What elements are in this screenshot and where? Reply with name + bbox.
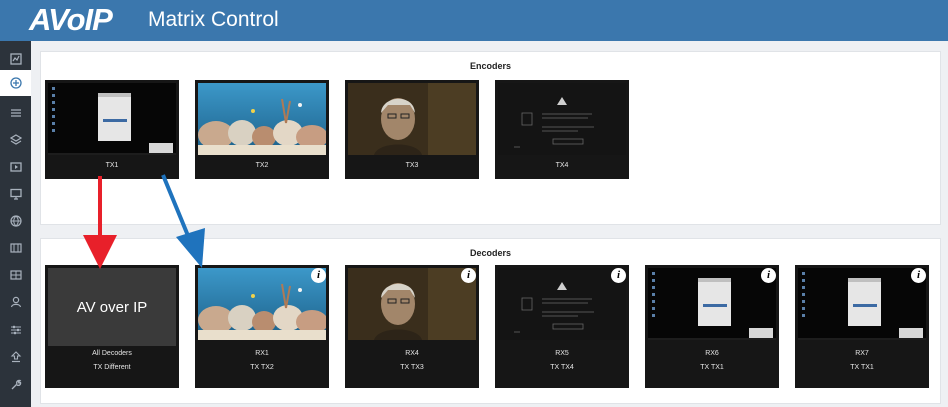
decoder-preview — [198, 268, 326, 340]
encoder-tile[interactable]: TX3 — [345, 80, 479, 179]
no-signal-thumbnail — [498, 268, 626, 340]
info-icon[interactable]: i — [611, 268, 626, 283]
encoder-tile[interactable]: TX1 — [45, 80, 179, 179]
av-over-ip-preview: AV over IP — [48, 268, 176, 346]
no-signal-thumbnail — [498, 83, 626, 155]
encoder-preview — [198, 83, 326, 155]
encoder-preview — [348, 83, 476, 155]
app-logo: AVoIP — [29, 2, 113, 37]
desktop-thumbnail — [648, 268, 776, 340]
decoder-source: TX TX4 — [550, 364, 574, 371]
globe-icon[interactable] — [6, 211, 25, 230]
decoder-label: RX1 — [255, 350, 269, 357]
decoders-title: Decoders — [469, 248, 512, 258]
decoder-label: RX4 — [405, 350, 419, 357]
decoder-preview — [498, 268, 626, 340]
matrix-icon[interactable] — [0, 70, 31, 96]
decoder-tile[interactable]: i RX5 TX TX4 — [495, 265, 629, 388]
decoder-source: TX TX3 — [400, 364, 424, 371]
sidebar — [0, 41, 31, 407]
decoder-tile[interactable]: i RX6 TX TX1 — [645, 265, 779, 388]
encoder-tile[interactable]: TX4 — [495, 80, 629, 179]
encoder-label: TX2 — [255, 162, 269, 169]
rows-icon[interactable] — [6, 238, 25, 257]
encoder-label: TX3 — [405, 162, 419, 169]
upload-icon[interactable] — [6, 347, 25, 366]
info-icon[interactable]: i — [911, 268, 926, 283]
decoder-label: RX6 — [705, 350, 719, 357]
encoder-label: TX1 — [105, 162, 119, 169]
decoder-tile[interactable]: i RX4 TX TX3 — [345, 265, 479, 388]
app-title: Matrix Control — [148, 8, 279, 31]
desktop-thumbnail — [798, 268, 926, 340]
desktop-thumbnail — [48, 83, 176, 155]
decoder-label: RX5 — [555, 350, 569, 357]
encoder-preview — [48, 83, 176, 155]
wrench-icon[interactable] — [6, 375, 25, 394]
aquarium-thumbnail — [198, 83, 326, 155]
decoder-preview — [798, 268, 926, 340]
decoder-tile[interactable]: AV over IP All Decoders TX Different — [45, 265, 179, 388]
info-icon[interactable]: i — [461, 268, 476, 283]
app-header: AVoIP Matrix Control — [0, 0, 948, 41]
monitor-icon[interactable] — [6, 184, 25, 203]
decoder-source: TX TX1 — [700, 364, 724, 371]
aquarium-thumbnail — [198, 268, 326, 340]
sliders-icon[interactable] — [6, 320, 25, 339]
decoder-label: RX7 — [855, 350, 869, 357]
grid-icon[interactable] — [6, 265, 25, 284]
decoder-source: TX Different — [93, 364, 131, 371]
encoder-preview — [498, 83, 626, 155]
user-icon[interactable] — [6, 292, 25, 311]
av-over-ip-text: AV over IP — [76, 298, 148, 316]
decoder-tile[interactable]: i RX7 TX TX1 — [795, 265, 929, 388]
info-icon[interactable]: i — [311, 268, 326, 283]
list-icon[interactable] — [6, 103, 25, 122]
decoder-preview — [648, 268, 776, 340]
person-thumbnail — [348, 83, 476, 155]
decoder-tile[interactable]: i RX1 TX TX2 — [195, 265, 329, 388]
decoder-source: TX TX2 — [250, 364, 274, 371]
decoder-source: TX TX1 — [850, 364, 874, 371]
decoder-label: All Decoders — [92, 350, 132, 357]
encoders-title: Encoders — [469, 61, 511, 71]
info-icon[interactable]: i — [761, 268, 776, 283]
encoder-tile[interactable]: TX2 — [195, 80, 329, 179]
layers-icon[interactable] — [6, 130, 25, 149]
person-thumbnail — [348, 268, 476, 340]
video-icon[interactable] — [6, 157, 25, 176]
encoder-label: TX4 — [555, 162, 569, 169]
decoder-preview — [348, 268, 476, 340]
dashboard-icon[interactable] — [6, 49, 25, 68]
